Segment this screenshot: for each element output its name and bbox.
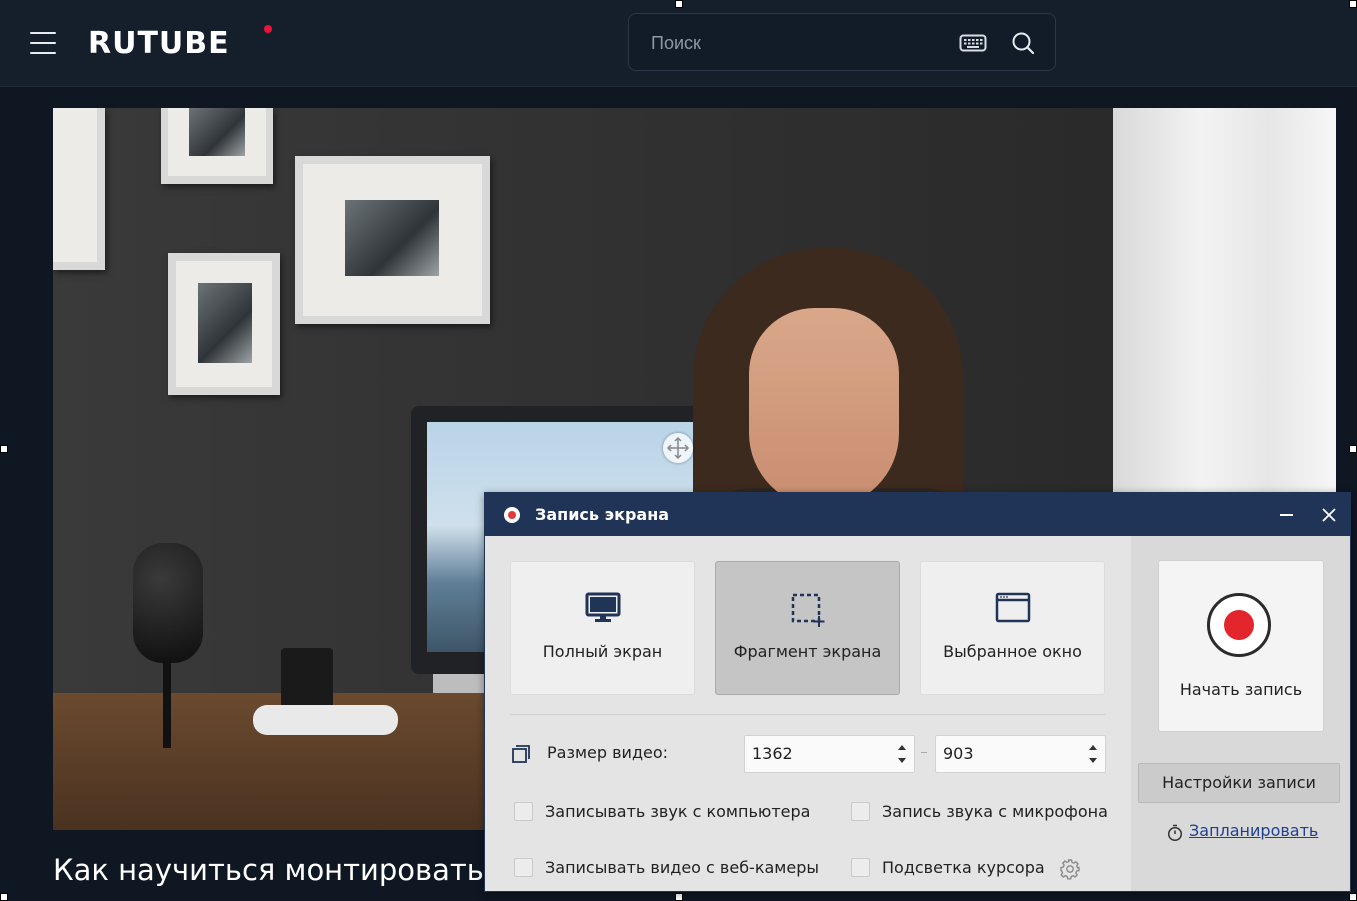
recording-settings-button[interactable]: Настройки записи [1138,763,1340,803]
record-system-audio-checkbox[interactable] [514,802,533,821]
video-height-field[interactable]: 903 [935,735,1106,773]
wall-frame [295,156,490,324]
recorder-actions-pane: Начать запись Настройки записи Запланиро… [1131,536,1350,891]
video-size-icon [512,745,530,767]
selection-handle[interactable] [675,893,683,901]
mode-window-button[interactable]: Выбранное окно [920,561,1105,695]
recorder-options-pane: Полный экран Фрагмент экрана Выбранное о… [485,536,1131,891]
microphone [133,543,203,663]
mode-fullscreen-button[interactable]: Полный экран [510,561,695,695]
selection-handle[interactable] [675,0,683,8]
checkbox-label: Записывать звук с компьютера [545,802,811,821]
hamburger-icon[interactable] [30,32,56,54]
checkbox-label: Запись звука с микрофона [882,802,1108,821]
start-recording-label: Начать запись [1179,680,1303,699]
close-icon[interactable] [1308,493,1350,536]
selection-icon [790,592,826,632]
wall-frame [53,108,105,270]
mode-label: Полный экран [542,642,663,661]
minimize-icon[interactable] [1265,493,1307,536]
record-webcam-checkbox[interactable] [514,858,533,877]
record-button-icon [1207,593,1271,657]
window-icon [995,592,1031,628]
start-recording-button[interactable]: Начать запись [1158,560,1324,732]
mode-label: Фрагмент экрана [733,642,882,661]
cursor-highlight-checkbox[interactable] [851,858,870,877]
selection-handle[interactable] [0,893,8,901]
video-width-field[interactable]: 1362 [744,735,915,773]
size-separator [921,752,927,753]
recorder-titlebar[interactable]: Запись экрана [485,493,1350,536]
timer-icon [1167,824,1183,846]
selection-handle[interactable] [1349,893,1357,901]
decrement-arrow[interactable] [1089,758,1097,763]
mode-label: Выбранное окно [943,642,1082,661]
keyboard-icon[interactable] [959,33,987,58]
search-bar [628,13,1056,71]
video-title: Как научиться монтировать? [53,853,500,887]
search-icon[interactable] [1011,31,1035,60]
microphone-stand [163,658,171,748]
presenter-face [749,308,899,508]
wall-frame [161,108,273,184]
desk-tray [253,705,398,735]
divider [510,714,1105,715]
video-height-value: 903 [943,744,974,763]
decrement-arrow[interactable] [898,758,906,763]
selection-handle[interactable] [0,445,8,453]
site-header: RUTUBE [0,0,1357,87]
selection-handle[interactable] [1349,0,1357,8]
video-width-value: 1362 [752,744,793,763]
move-icon[interactable] [663,433,693,463]
wall-frame [168,253,280,395]
record-mic-audio-checkbox[interactable] [851,802,870,821]
checkbox-label: Записывать видео с веб-камеры [545,858,819,877]
increment-arrow[interactable] [898,745,906,750]
selection-handle[interactable] [1349,445,1357,453]
recorder-title: Запись экрана [535,505,670,524]
monitor-icon [585,592,621,628]
record-icon [504,507,520,523]
checkbox-label: Подсветка курсора [882,858,1045,877]
gear-icon[interactable] [1059,858,1081,884]
video-size-label: Размер видео: [547,743,669,762]
schedule-label[interactable]: Запланировать [1189,821,1318,840]
logo-dot [264,25,272,33]
screen-recorder-window: Запись экрана Полный экран Фрагмент экра… [484,492,1351,892]
increment-arrow[interactable] [1089,745,1097,750]
search-input[interactable] [649,28,943,58]
rutube-logo[interactable]: RUTUBE [88,24,230,64]
mode-fragment-button[interactable]: Фрагмент экрана [715,561,900,695]
